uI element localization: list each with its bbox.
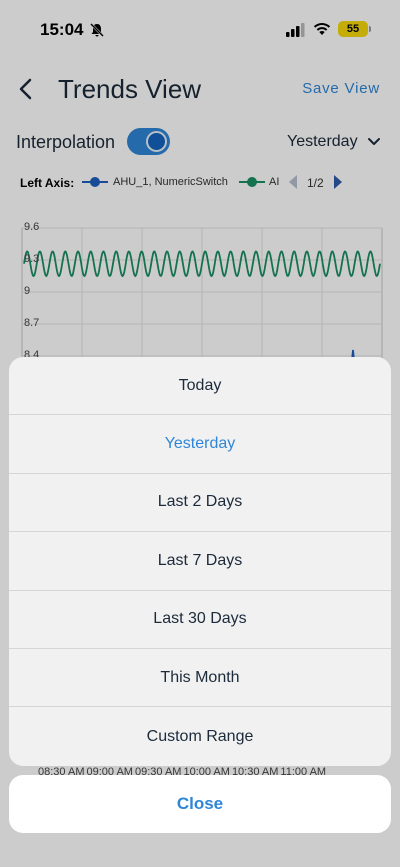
range-option-yesterday[interactable]: Yesterday <box>9 415 391 474</box>
range-option-this-month[interactable]: This Month <box>9 649 391 708</box>
range-option-last-7-days[interactable]: Last 7 Days <box>9 532 391 591</box>
range-option-custom-range[interactable]: Custom Range <box>9 707 391 765</box>
range-option-today[interactable]: Today <box>9 357 391 416</box>
close-button[interactable]: Close <box>9 775 391 833</box>
date-range-action-sheet: Today Yesterday Last 2 Days Last 7 Days Last… <box>9 357 391 766</box>
range-option-last-30-days[interactable]: Last 30 Days <box>9 591 391 649</box>
range-option-last-2-days[interactable]: Last 2 Days <box>9 474 391 533</box>
